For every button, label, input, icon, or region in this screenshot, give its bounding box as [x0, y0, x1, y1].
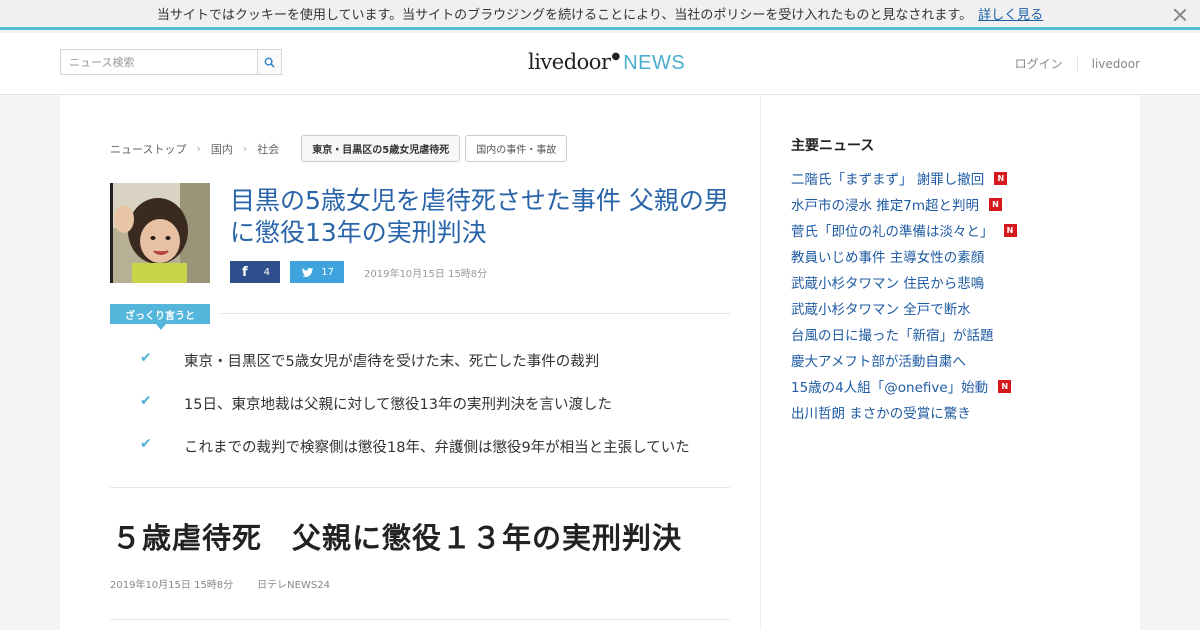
- chevron-right-icon: ›: [196, 142, 201, 155]
- breadcrumb: ニューストップ › 国内 › 社会 東京・目黒区の5歳女児虐待死 国内の事件・事…: [110, 135, 572, 162]
- search-box: [60, 49, 282, 75]
- summary-divider: [220, 313, 730, 314]
- news-list-item[interactable]: 菅氏「即位の礼の準備は淡々と」 N: [791, 217, 1017, 243]
- article-thumbnail[interactable]: [110, 183, 210, 283]
- news-list-item[interactable]: 武蔵小杉タワマン 住民から悲鳴: [791, 269, 1017, 295]
- main-content: ニューストップ › 国内 › 社会 東京・目黒区の5歳女児虐待死 国内の事件・事…: [60, 95, 760, 630]
- breadcrumb-society[interactable]: 社会: [257, 141, 279, 157]
- search-button[interactable]: [257, 50, 281, 74]
- news-list-item[interactable]: 慶大アメフト部が活動自粛へ: [791, 347, 1017, 373]
- topic-tags: 東京・目黒区の5歳女児虐待死 国内の事件・事故: [301, 135, 572, 162]
- site-logo[interactable]: livedoor ● NEWS: [528, 50, 685, 78]
- search-icon: [264, 57, 275, 68]
- tag-meguro-case[interactable]: 東京・目黒区の5歳女児虐待死: [301, 135, 461, 162]
- new-badge: N: [1003, 223, 1017, 237]
- summary-point: ✔ これまでの裁判で検察側は懲役18年、弁護側は懲役9年が相当と主張していた: [140, 436, 690, 479]
- summary-point-text: 東京・目黒区で5歳女児が虐待を受けた末、死亡した事件の裁判: [184, 354, 600, 370]
- article-meta: 2019年10月15日 15時8分 日テレNEWS24: [110, 576, 330, 591]
- check-icon: ✔: [140, 436, 152, 452]
- top-news-list: 二階氏「まずまず」 謝罪し撤回 N 水戸市の浸水 推定7m超と判明 N 菅氏「即位の礼の…: [791, 165, 1017, 425]
- check-icon: ✔: [140, 393, 152, 409]
- cookie-message: 当サイトではクッキーを使用しています。当サイトのブラウジングを続けることにより、…: [156, 8, 973, 23]
- news-item-title: 慶大アメフト部が活動自粛へ: [791, 354, 966, 370]
- logo-dot: ●: [611, 51, 621, 62]
- logo-livedoor: livedoor: [528, 50, 611, 74]
- news-list-item[interactable]: 水戸市の浸水 推定7m超と判明 N: [791, 191, 1017, 217]
- check-icon: ✔: [140, 350, 152, 366]
- new-badge: N: [994, 171, 1008, 185]
- logo-news: NEWS: [623, 52, 686, 74]
- article-headline: ５歳虐待死 父親に懲役１３年の実刑判決: [112, 521, 683, 555]
- summary-point: ✔ 東京・目黒区で5歳女児が虐待を受けた末、死亡した事件の裁判: [140, 350, 690, 393]
- site-header: livedoor ● NEWS ログイン livedoor: [0, 33, 1200, 95]
- news-item-title: 教員いじめ事件 主導女性の素顔: [791, 250, 985, 266]
- summary-point-text: これまでの裁判で検察側は懲役18年、弁護側は懲役9年が相当と主張していた: [184, 440, 690, 456]
- share-bar: f 4 17 2019年10月15日 15時8分: [230, 261, 487, 283]
- twitter-icon: [302, 267, 314, 277]
- publish-date: 2019年10月15日 15時8分: [364, 268, 488, 280]
- thumbnail-image: [110, 183, 210, 283]
- new-badge: N: [989, 197, 1003, 211]
- news-item-title: 水戸市の浸水 推定7m超と判明: [791, 198, 980, 214]
- login-link[interactable]: ログイン: [1015, 55, 1063, 72]
- cookie-banner: 当サイトではクッキーを使用しています。当サイトのブラウジングを続けることにより、…: [0, 0, 1200, 30]
- twitter-count: 17: [321, 266, 334, 278]
- search-input[interactable]: [61, 50, 257, 74]
- article-title[interactable]: 目黒の5歳女児を虐待死させた事件 父親の男に懲役13年の実刑判決: [230, 185, 740, 249]
- article-source[interactable]: 日テレNEWS24: [257, 576, 330, 591]
- news-list-item[interactable]: 出川哲朗 まさかの受賞に驚き: [791, 399, 1017, 425]
- tag-domestic-incidents[interactable]: 国内の事件・事故: [465, 135, 568, 162]
- news-item-title: 15歳の4人組「@onefive」始動: [791, 380, 989, 396]
- news-item-title: 武蔵小杉タワマン 全戸で断水: [791, 302, 971, 318]
- breadcrumb-domestic[interactable]: 国内: [211, 141, 233, 157]
- sidebar: 主要ニュース 二階氏「まずまず」 謝罪し撤回 N 水戸市の浸水 推定7m超と判明 N 菅…: [760, 95, 1140, 630]
- sidebar-title: 主要ニュース: [791, 138, 875, 154]
- summary-point: ✔ 15日、東京地裁は父親に対して懲役13年の実刑判決を言い渡した: [140, 393, 690, 436]
- twitter-share-button[interactable]: 17: [290, 261, 344, 283]
- summary-label: ざっくり言うと: [110, 304, 210, 330]
- cookie-details-link[interactable]: 詳しく見る: [978, 4, 1043, 23]
- section-divider: [110, 619, 730, 620]
- news-list-item[interactable]: 15歳の4人組「@onefive」始動 N: [791, 373, 1017, 399]
- news-list-item[interactable]: 二階氏「まずまず」 謝罪し撤回 N: [791, 165, 1017, 191]
- chevron-right-icon: ›: [242, 142, 248, 155]
- news-item-title: 二階氏「まずまず」 謝罪し撤回: [791, 172, 985, 188]
- article-date: 2019年10月15日 15時8分: [110, 580, 234, 591]
- news-item-title: 武蔵小杉タワマン 住民から悲鳴: [791, 276, 985, 292]
- facebook-share-button[interactable]: f 4: [230, 261, 280, 283]
- new-badge: N: [998, 379, 1012, 393]
- news-item-title: 台風の日に撮った「新宿」が話題: [791, 328, 994, 344]
- news-list-item[interactable]: 武蔵小杉タワマン 全戸で断水: [791, 295, 1017, 321]
- livedoor-link[interactable]: livedoor: [1092, 57, 1140, 71]
- news-list-item[interactable]: 教員いじめ事件 主導女性の素顔: [791, 243, 1017, 269]
- facebook-count: 4: [263, 266, 270, 278]
- news-list-item[interactable]: 台風の日に撮った「新宿」が話題: [791, 321, 1017, 347]
- news-item-title: 菅氏「即位の礼の準備は淡々と」: [791, 224, 994, 240]
- news-item-title: 出川哲朗 まさかの受賞に驚き: [791, 406, 971, 422]
- section-divider: [110, 487, 730, 488]
- breadcrumb-news-top[interactable]: ニューストップ: [110, 141, 186, 157]
- facebook-icon: f: [242, 264, 248, 280]
- summary-points: ✔ 東京・目黒区で5歳女児が虐待を受けた末、死亡した事件の裁判 ✔ 15日、東京…: [140, 350, 690, 479]
- nav-divider: [1076, 56, 1078, 71]
- summary-point-text: 15日、東京地裁は父親に対して懲役13年の実刑判決を言い渡した: [184, 397, 612, 413]
- close-icon[interactable]: [1172, 7, 1188, 23]
- header-nav: ログイン livedoor: [1015, 55, 1140, 72]
